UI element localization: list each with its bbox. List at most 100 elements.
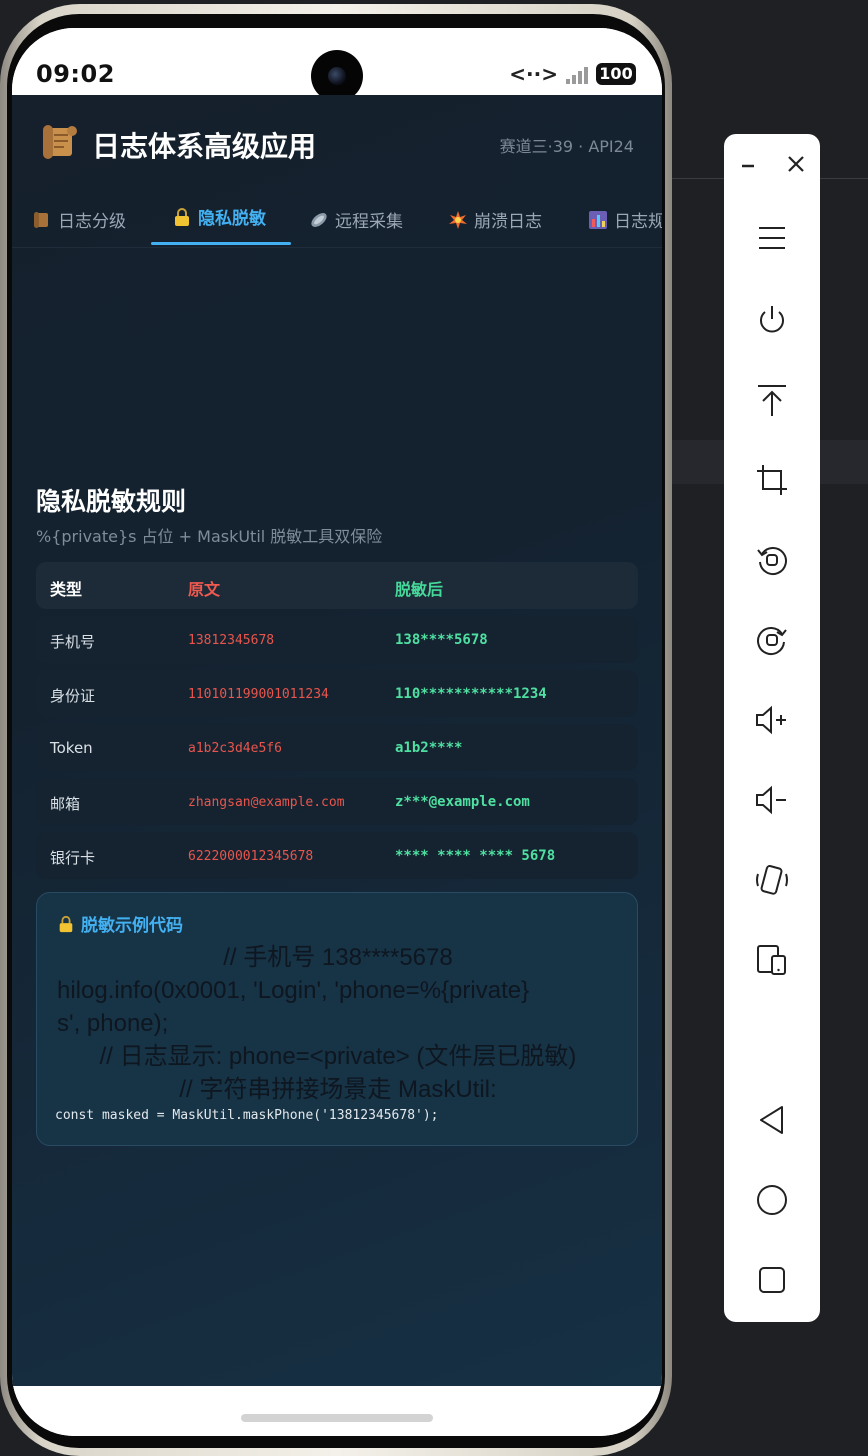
menu-button[interactable] <box>752 218 792 258</box>
tab-label: 崩溃日志 <box>474 212 542 232</box>
minimize-button[interactable] <box>728 144 768 184</box>
app-title: 日志体系高级应用 <box>92 130 317 163</box>
tab-log-spec[interactable]: 日志规 <box>588 207 662 232</box>
screen-fold-icon <box>757 945 786 975</box>
home-indicator[interactable] <box>241 1414 433 1422</box>
code-comment-block: // 手机号 138****5678 hilog.info(0x0001, 'L… <box>57 941 619 1106</box>
tab-remote-collection[interactable]: 远程采集 <box>309 207 403 232</box>
row-original: 13812345678 <box>188 633 275 648</box>
network-arrows-icon: <··> <box>509 62 558 86</box>
code-line: // 日志显示: phone=<private> (文件层已脱敏) <box>99 1043 577 1070</box>
status-time: 09:02 <box>36 60 115 88</box>
lock-icon <box>175 207 189 226</box>
active-tab-indicator <box>151 242 291 245</box>
header-type: 类型 <box>50 580 83 599</box>
header-masked: 脱敏后 <box>395 580 444 599</box>
section-title: 隐私脱敏规则 <box>36 487 187 516</box>
power-icon <box>760 306 784 333</box>
recents-button[interactable] <box>752 1260 792 1300</box>
tab-label: 日志规 <box>614 212 662 232</box>
tab-crash-logs[interactable]: 崩溃日志 <box>448 207 542 232</box>
home-button[interactable] <box>752 1180 792 1220</box>
table-row: 邮箱 zhangsan@example.com z***@example.com <box>36 778 638 825</box>
row-masked: 110***********1234 <box>395 686 547 702</box>
row-original: zhangsan@example.com <box>188 795 345 810</box>
back-button[interactable] <box>752 1100 792 1140</box>
minimize-icon <box>742 164 754 168</box>
tab-log-levels[interactable]: 日志分级 <box>32 207 126 232</box>
close-icon <box>788 156 804 172</box>
volume-up-button[interactable] <box>752 700 792 740</box>
tab-label: 日志分级 <box>58 212 126 232</box>
phone-screen: 09:02 <··> 100 日志体系高级应用 赛道三·39 · API24 日… <box>12 28 662 1436</box>
close-button[interactable] <box>776 144 816 184</box>
shake-button[interactable] <box>752 860 792 900</box>
screen-fold-button[interactable] <box>752 940 792 980</box>
header-original: 原文 <box>188 580 221 599</box>
row-type: Token <box>50 739 93 757</box>
tab-divider <box>12 247 662 248</box>
volume-up-icon <box>756 705 786 735</box>
crop-icon <box>757 465 787 495</box>
tab-bar: 日志分级 隐私脱敏 远程采集 崩溃日志 日志规 <box>12 187 662 247</box>
masking-rules-table: 类型 原文 脱敏后 手机号 13812345678 138****5678 身份… <box>36 562 638 879</box>
code-title-text: 脱敏示例代码 <box>81 916 183 936</box>
code-line: hilog.info(0x0001, 'Login', 'phone=%{pri… <box>57 977 530 1004</box>
shake-icon <box>756 865 788 895</box>
table-row: Token a1b2c3d4e5f6 a1b2**** <box>36 724 638 771</box>
row-original: 110101199001011234 <box>188 687 329 702</box>
tab-label: 隐私脱敏 <box>198 209 266 229</box>
rotate-right-icon <box>757 627 787 655</box>
code-example-card: 脱敏示例代码 // 手机号 138****5678 hilog.info(0x0… <box>36 892 638 1146</box>
explosion-icon <box>449 210 467 229</box>
signal-icon <box>566 64 588 84</box>
emulator-toolbar <box>724 134 820 1322</box>
code-title: 脱敏示例代码 <box>57 911 183 936</box>
section-subtitle: %{private}s 占位 + MaskUtil 脱敏工具双保险 <box>36 527 383 546</box>
volume-down-button[interactable] <box>752 780 792 820</box>
table-row: 手机号 13812345678 138****5678 <box>36 616 638 663</box>
table-row: 身份证 110101199001011234 110***********123… <box>36 670 638 717</box>
menu-icon <box>759 227 785 249</box>
app-content: 日志体系高级应用 赛道三·39 · API24 日志分级 隐私脱敏 远程采集 崩… <box>12 95 662 1386</box>
code-line: // 字符串拼接场景走 MaskUtil: <box>179 1076 497 1103</box>
battery-icon: 100 <box>596 63 636 85</box>
row-type: 手机号 <box>50 633 96 651</box>
back-icon <box>760 1106 783 1134</box>
code-line: // 手机号 138****5678 <box>223 944 453 971</box>
tab-privacy-masking[interactable]: 隐私脱敏 <box>172 204 266 229</box>
row-masked: z***@example.com <box>395 794 530 810</box>
rotate-left-icon <box>757 547 787 575</box>
pin-top-button[interactable] <box>752 380 792 420</box>
pin-top-icon <box>758 385 786 416</box>
lock-icon <box>59 915 73 932</box>
status-icons: <··> 100 <box>509 62 636 86</box>
row-masked: **** **** **** 5678 <box>395 848 556 864</box>
row-type: 银行卡 <box>50 849 96 867</box>
row-original: a1b2c3d4e5f6 <box>188 741 282 756</box>
crop-button[interactable] <box>752 460 792 500</box>
row-type: 邮箱 <box>50 795 81 813</box>
row-masked: 138****5678 <box>395 632 488 648</box>
app-header: 日志体系高级应用 赛道三·39 · API24 <box>12 95 662 187</box>
rotate-right-button[interactable] <box>752 620 792 660</box>
log-scroll-icon <box>34 211 48 228</box>
app-meta: 赛道三·39 · API24 <box>499 137 634 156</box>
table-row: 银行卡 6222000012345678 **** **** **** 5678 <box>36 832 638 879</box>
satellite-icon <box>311 212 327 227</box>
code-line-small: const masked = MaskUtil.maskPhone('13812… <box>55 1108 439 1123</box>
status-bar: 09:02 <··> 100 <box>12 28 662 102</box>
table-header: 类型 原文 脱敏后 <box>36 562 638 609</box>
power-button[interactable] <box>752 300 792 340</box>
volume-down-icon <box>756 785 786 815</box>
scroll-icon <box>43 125 77 159</box>
row-type: 身份证 <box>50 687 96 705</box>
rotate-left-button[interactable] <box>752 540 792 580</box>
tab-label: 远程采集 <box>335 212 403 232</box>
recents-icon <box>759 1267 785 1293</box>
home-icon <box>757 1185 787 1215</box>
gesture-bar <box>12 1386 662 1436</box>
chart-icon <box>589 210 607 229</box>
row-masked: a1b2**** <box>395 740 463 756</box>
row-original: 6222000012345678 <box>188 849 314 864</box>
